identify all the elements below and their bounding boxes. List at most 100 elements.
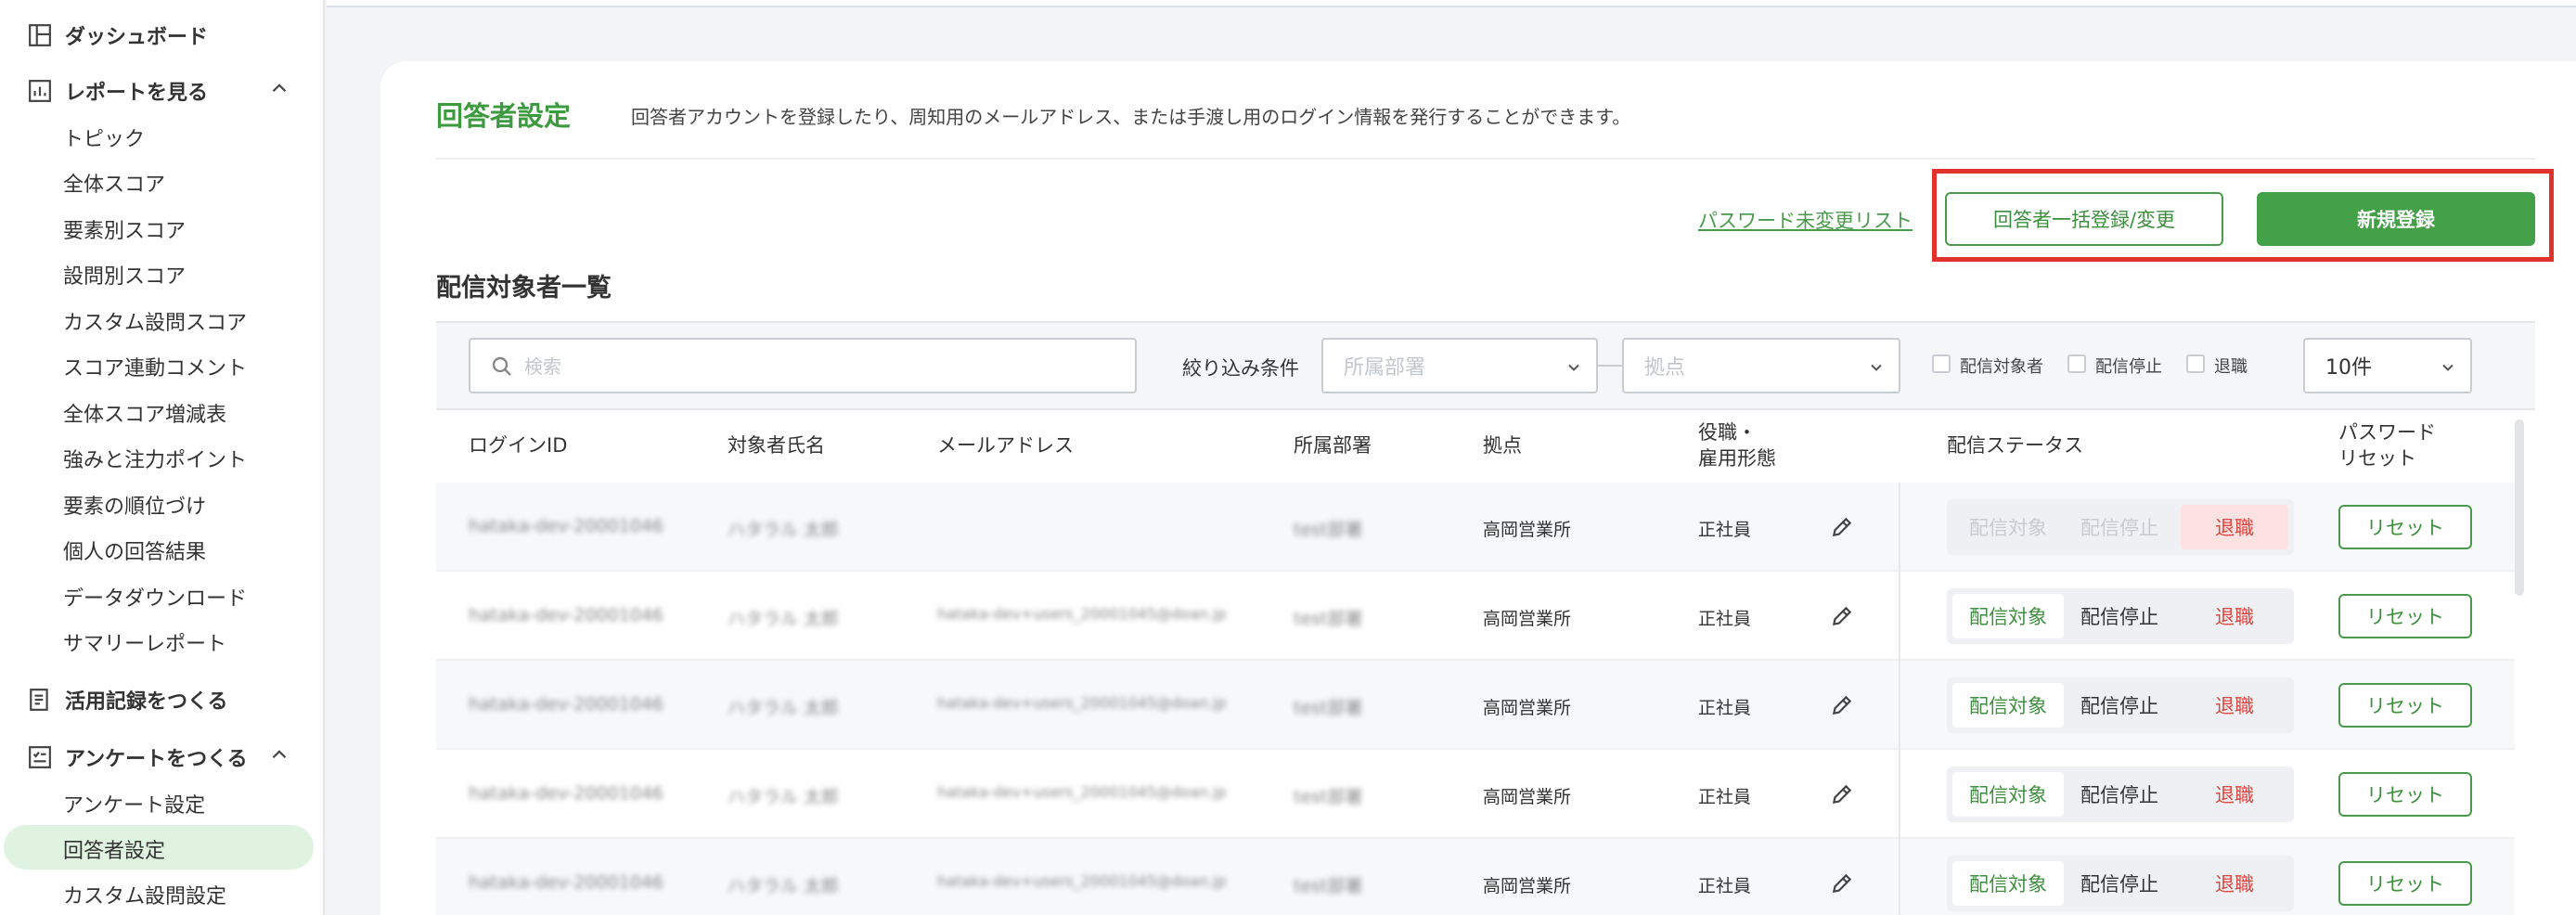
status-retired-button[interactable]: 退職 — [2181, 683, 2288, 728]
status-toggle-group: 配信対象 配信停止 退職 — [1947, 588, 2294, 644]
checkbox-stopped[interactable] — [2067, 354, 2086, 373]
checkbox-target[interactable] — [1932, 354, 1951, 373]
cell-login-id: hataka-dev-20001046 — [469, 516, 663, 536]
nav-dashboard[interactable]: ダッシュボード — [28, 20, 208, 50]
table-row: hataka-dev-20001046 ハタラル 太郎 hataka-dev+u… — [436, 750, 2515, 839]
chevron-down-icon — [1871, 364, 1882, 371]
nav-dashboard-label: ダッシュボード — [65, 26, 209, 49]
status-target-button[interactable]: 配信対象 — [1952, 772, 2064, 817]
status-stopped-button[interactable]: 配信停止 — [2064, 594, 2175, 638]
status-stopped-button[interactable]: 配信停止 — [2064, 505, 2175, 549]
nav-survey-label: アンケートをつくる — [65, 748, 248, 771]
column-divider — [1899, 483, 1900, 915]
cell-position: 正社員 — [1698, 698, 1752, 718]
nav-report-label: レポートを見る — [65, 82, 209, 105]
sidebar-item-survey-settings[interactable]: アンケート設定 — [63, 789, 205, 818]
per-page-value: 10件 — [2325, 356, 2372, 380]
password-reset-button[interactable]: リセット — [2338, 861, 2472, 906]
sidebar-item-score-change[interactable]: 全体スコア増減表 — [63, 398, 226, 428]
sidebar-item-question-score[interactable]: 設問別スコア — [63, 260, 186, 290]
password-reset-button[interactable]: リセット — [2338, 683, 2472, 728]
cell-position: 正社員 — [1698, 876, 1752, 896]
edit-pencil-icon[interactable] — [1830, 782, 1854, 806]
sidebar-item-topic[interactable]: トピック — [63, 122, 145, 152]
page-title: 回答者設定 — [436, 100, 572, 132]
title-divider — [436, 158, 2535, 160]
sidebar-item-score-comment[interactable]: スコア連動コメント — [63, 352, 247, 381]
password-reset-button[interactable]: リセット — [2338, 505, 2472, 549]
edit-pencil-icon[interactable] — [1830, 693, 1854, 717]
status-stopped-button[interactable]: 配信停止 — [2064, 683, 2175, 728]
password-unchanged-list-link[interactable]: パスワード未変更リスト — [1698, 206, 1913, 234]
sidebar-item-element-ranking[interactable]: 要素の順位づけ — [63, 490, 206, 520]
cell-login-id: hataka-dev-20001046 — [469, 605, 663, 625]
nav-survey[interactable]: アンケートをつくる — [28, 742, 287, 772]
section-title: 配信対象者一覧 — [436, 274, 612, 303]
status-stopped-button[interactable]: 配信停止 — [2064, 772, 2175, 817]
status-retired-button[interactable]: 退職 — [2181, 594, 2288, 638]
status-retired-button[interactable]: 退職 — [2181, 861, 2288, 906]
status-target-button[interactable]: 配信対象 — [1952, 505, 2064, 549]
cell-position: 正社員 — [1698, 520, 1752, 540]
status-stopped-button[interactable]: 配信停止 — [2064, 861, 2175, 906]
new-register-button[interactable]: 新規登録 — [2257, 192, 2535, 246]
password-reset-button[interactable]: リセット — [2338, 594, 2472, 638]
cell-login-id: hataka-dev-20001046 — [469, 783, 663, 804]
cell-login-id: hataka-dev-20001046 — [469, 694, 663, 715]
status-target-button[interactable]: 配信対象 — [1952, 683, 2064, 728]
edit-pencil-icon[interactable] — [1830, 515, 1854, 539]
sidebar-item-element-score[interactable]: 要素別スコア — [63, 214, 186, 244]
cell-email: hataka-dev+users_20001045@doan.jp — [937, 694, 1227, 712]
sidebar-item-summary-report[interactable]: サマリーレポート — [63, 627, 226, 657]
search-input[interactable] — [524, 351, 1118, 382]
status-target-button[interactable]: 配信対象 — [1952, 861, 2064, 906]
table-scrollbar[interactable] — [2515, 419, 2524, 596]
dashboard-icon — [29, 24, 51, 46]
sidebar-item-individual-results[interactable]: 個人の回答結果 — [63, 535, 206, 565]
sidebar-item-respondent-settings[interactable]: 回答者設定 — [63, 834, 165, 864]
filter-label: 絞り込み条件 — [1182, 357, 1299, 380]
cell-location: 高岡営業所 — [1483, 698, 1572, 718]
cell-position: 正社員 — [1698, 609, 1752, 629]
status-retired-button[interactable]: 退職 — [2181, 505, 2288, 549]
cell-name: ハタラル 太郎 — [728, 609, 840, 629]
sidebar-item-overall-score[interactable]: 全体スコア — [63, 168, 165, 198]
cell-email: hataka-dev+users_20001045@doan.jp — [937, 872, 1227, 890]
status-retired-button[interactable]: 退職 — [2181, 772, 2288, 817]
cell-department: test部署 — [1294, 876, 1363, 896]
chevron-down-icon — [2442, 364, 2454, 371]
per-page-select[interactable]: 10件 — [2303, 338, 2472, 393]
location-select[interactable]: 拠点 — [1622, 338, 1900, 393]
password-reset-button[interactable]: リセット — [2338, 772, 2472, 817]
checkbox-retired-label: 退職 — [2214, 357, 2248, 377]
select-separator — [1596, 365, 1622, 367]
chevron-up-icon[interactable] — [267, 742, 291, 767]
sidebar-item-custom-question-score[interactable]: カスタム設問スコア — [63, 306, 247, 336]
sidebar-item-data-download[interactable]: データダウンロード — [63, 582, 247, 612]
header-login-id: ログインID — [469, 434, 568, 457]
cell-location: 高岡営業所 — [1483, 787, 1572, 807]
bulk-register-button[interactable]: 回答者一括登録/変更 — [1945, 192, 2223, 246]
edit-pencil-icon[interactable] — [1830, 871, 1854, 896]
status-target-button[interactable]: 配信対象 — [1952, 594, 2064, 638]
nav-report[interactable]: レポートを見る — [28, 76, 287, 106]
sidebar-item-custom-question-settings[interactable]: カスタム設問設定 — [63, 880, 226, 909]
chevron-up-icon[interactable] — [267, 76, 291, 100]
department-select[interactable]: 所属部署 — [1321, 338, 1598, 393]
header-department: 所属部署 — [1294, 434, 1372, 457]
status-toggle-group: 配信対象 配信停止 退職 — [1947, 767, 2294, 822]
header-reset-line2: リセット — [2338, 447, 2416, 470]
cell-location: 高岡営業所 — [1483, 609, 1572, 629]
nav-records[interactable]: 活用記録をつくる — [28, 685, 228, 715]
edit-pencil-icon[interactable] — [1830, 604, 1854, 628]
cell-name: ハタラル 太郎 — [728, 787, 840, 807]
checkbox-retired[interactable] — [2186, 354, 2205, 373]
sidebar-item-strengths[interactable]: 強みと注力ポイント — [63, 444, 247, 473]
checkbox-target-label: 配信対象者 — [1960, 357, 2043, 377]
sidebar: ダッシュボード レポートを見る トピック 全体スコア 要素別スコア 設問別スコア… — [0, 0, 325, 915]
location-select-placeholder: 拠点 — [1644, 356, 1686, 380]
cell-email: hataka-dev+users_20001045@doan.jp — [937, 783, 1227, 801]
table-row: hataka-dev-20001046 ハタラル 太郎 hataka-dev+u… — [436, 572, 2515, 661]
header-email: メールアドレス — [937, 434, 1074, 457]
status-toggle-group: 配信対象 配信停止 退職 — [1947, 677, 2294, 733]
